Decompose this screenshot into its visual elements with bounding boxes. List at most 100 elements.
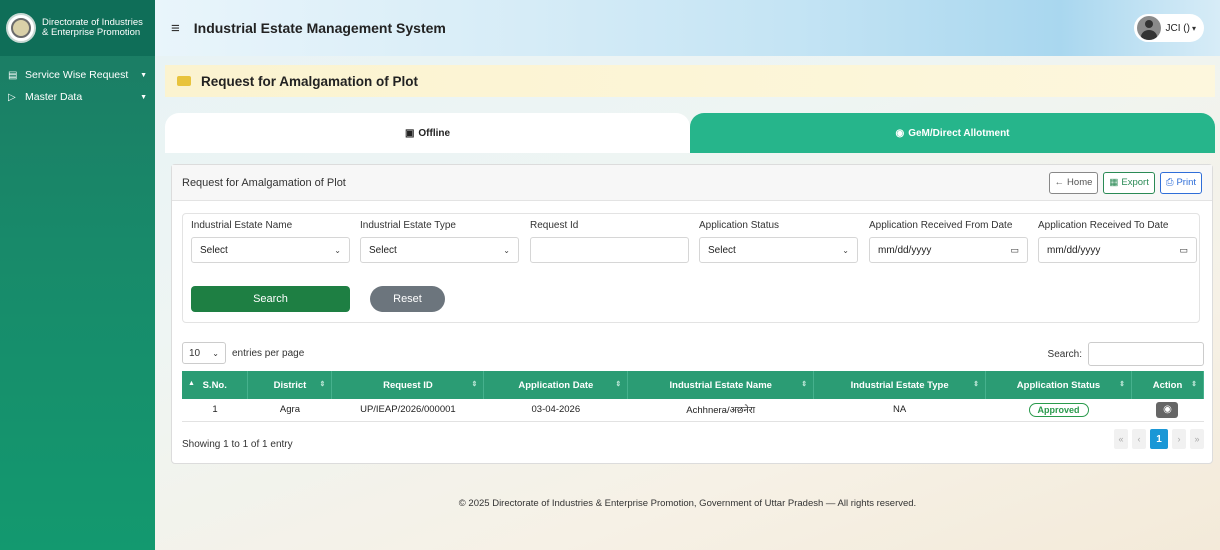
tab-offline[interactable]: ▣ Offline <box>165 113 690 153</box>
to-date-label: Application Received To Date <box>1038 220 1169 231</box>
estate-name-select[interactable]: Select ⌄ <box>191 237 350 263</box>
printer-icon: ⎙ <box>1165 177 1174 188</box>
status-select[interactable]: Select ⌄ <box>699 237 858 263</box>
calendar-icon[interactable]: ▭ <box>1179 245 1188 256</box>
globe-icon: ◉ <box>895 127 905 139</box>
column-header-sno[interactable]: ▲ S.No. <box>182 371 249 399</box>
from-date-group: Application Received From Date mm/dd/yyy… <box>869 220 1028 263</box>
from-date-value: mm/dd/yyyy <box>878 244 932 256</box>
chevron-down-icon: ⌄ <box>503 245 510 255</box>
list-icon: ▤ <box>8 69 18 81</box>
footer: © 2025 Directorate of Industries & Enter… <box>458 498 917 509</box>
cell-application-date: 03-04-2026 <box>483 399 628 422</box>
request-id-group: Request Id <box>530 220 689 263</box>
export-label: Export <box>1121 177 1149 188</box>
to-date-input[interactable]: mm/dd/yyyy ▭ <box>1038 237 1197 263</box>
sort-icon: ⇕ <box>1119 381 1125 388</box>
app-title: Industrial Estate Management System <box>193 20 446 36</box>
first-page-button[interactable]: « <box>1114 429 1128 449</box>
card-title: Request for Amalgamation of Plot <box>182 176 346 189</box>
table-info: Showing 1 to 1 of 1 entry <box>182 439 293 450</box>
table-icon: ▦ <box>1109 177 1119 188</box>
tab-label: Offline <box>418 127 451 139</box>
sort-icon: ⇕ <box>471 381 478 388</box>
request-id-label: Request Id <box>530 220 579 231</box>
sidebar-item-label: Service Wise Request <box>25 69 129 81</box>
page-length-select[interactable]: 10 ⌄ <box>182 342 226 364</box>
column-header-request-id[interactable]: Request ID ⇕ <box>331 371 485 399</box>
estate-type-label: Industrial Estate Type <box>360 220 456 231</box>
file-icon: ▷ <box>8 91 16 103</box>
column-header-application-date[interactable]: Application Date ⇕ <box>483 371 629 399</box>
cell-district: Agra <box>247 399 332 422</box>
hamburger-menu-icon[interactable]: ≡ <box>171 20 180 37</box>
caret-down-icon: ▾ <box>1191 23 1196 33</box>
brand-line-2: & Enterprise Promotion <box>42 27 141 38</box>
chevron-down-icon: ⌄ <box>212 348 219 358</box>
chevron-down-icon: ⌄ <box>334 245 341 255</box>
column-header-estate-type[interactable]: Industrial Estate Type ⇕ <box>813 371 987 399</box>
column-header-action[interactable]: Action ⇕ <box>1131 371 1205 399</box>
estate-type-select[interactable]: Select ⌄ <box>360 237 519 263</box>
cell-estate-name: Achhnera/अछनेरा <box>627 399 814 422</box>
last-page-button[interactable]: » <box>1190 429 1204 449</box>
print-label: Print <box>1176 177 1196 188</box>
tabs: ▣ Offline ◉ GeM/Direct Allotment <box>165 113 1215 153</box>
page-length-control: 10 ⌄ entries per page <box>182 342 304 364</box>
search-button[interactable]: Search <box>191 286 350 312</box>
previous-page-button[interactable]: ‹ <box>1132 429 1146 449</box>
from-date-input[interactable]: mm/dd/yyyy ▭ <box>869 237 1028 263</box>
to-date-group: Application Received To Date mm/dd/yyyy … <box>1038 220 1197 263</box>
user-name: JCI () <box>1165 22 1190 34</box>
calendar-icon[interactable]: ▭ <box>1010 245 1019 256</box>
export-button[interactable]: ▦ Export <box>1103 171 1155 194</box>
arrow-left-icon: ← <box>1054 177 1065 188</box>
chevron-down-icon: ⌄ <box>842 245 849 255</box>
user-menu[interactable]: JCI () ▾ <box>1133 14 1204 42</box>
reset-button[interactable]: Reset <box>370 286 445 312</box>
estate-name-value: Select <box>200 244 228 256</box>
sidebar: Directorate of Industries & Enterprise P… <box>0 0 155 550</box>
estate-name-label: Industrial Estate Name <box>191 220 293 231</box>
tab-label: GeM/Direct Allotment <box>908 127 1010 139</box>
top-bar: ≡ Industrial Estate Management System JC… <box>155 0 1220 56</box>
sort-icon: ⇕ <box>801 381 808 388</box>
estate-type-value: Select <box>369 244 397 256</box>
file-icon: ▣ <box>404 127 415 139</box>
sidebar-item-master-data[interactable]: ▷ Master Data ▼ <box>0 86 155 108</box>
sort-icon: ⇕ <box>615 381 622 388</box>
column-header-status[interactable]: Application Status ⇕ <box>985 371 1132 399</box>
print-button[interactable]: ⎙ Print <box>1159 171 1202 194</box>
tab-gem-direct-allotment[interactable]: ◉ GeM/Direct Allotment <box>690 113 1215 153</box>
avatar <box>1136 16 1161 40</box>
sort-icon: ⇕ <box>973 381 980 388</box>
page-header: Request for Amalgamation of Plot <box>165 65 1215 97</box>
estate-type-group: Industrial Estate Type Select ⌄ <box>360 220 519 263</box>
card-header: Request for Amalgamation of Plot ← Home … <box>172 165 1212 201</box>
request-card: Request for Amalgamation of Plot ← Home … <box>171 164 1213 464</box>
status-badge: Approved <box>1028 402 1089 417</box>
entries-label: entries per page <box>232 347 305 359</box>
home-button[interactable]: ← Home <box>1048 171 1099 194</box>
status-group: Application Status Select ⌄ <box>699 220 858 263</box>
home-label: Home <box>1067 177 1093 188</box>
cell-sno: 1 <box>182 399 248 422</box>
caret-down-icon: ▼ <box>140 71 147 79</box>
view-button[interactable]: ◉ <box>1156 401 1179 418</box>
status-label: Application Status <box>699 220 780 231</box>
brand[interactable]: Directorate of Industries & Enterprise P… <box>0 0 155 56</box>
column-header-estate-name[interactable]: Industrial Estate Name ⇕ <box>627 371 815 399</box>
request-id-input[interactable] <box>530 237 689 263</box>
requests-table: ▲ S.No. District ⇕ Request ID ⇕ Application… <box>182 371 1205 422</box>
status-value: Select <box>708 244 736 256</box>
next-page-button[interactable]: › <box>1172 429 1186 449</box>
sidebar-item-service-wise-request[interactable]: ▤ Service Wise Request ▼ <box>0 64 155 86</box>
table-search: Search: <box>1048 342 1204 366</box>
page-1-button[interactable]: 1 <box>1150 429 1168 449</box>
caret-down-icon: ▼ <box>140 93 147 101</box>
cell-estate-type: NA <box>813 399 986 422</box>
to-date-value: mm/dd/yyyy <box>1047 244 1101 256</box>
column-header-district[interactable]: District ⇕ <box>247 371 333 399</box>
filter-panel: Industrial Estate Name Select ⌄ Industri… <box>182 213 1200 323</box>
table-search-input[interactable] <box>1088 342 1204 366</box>
